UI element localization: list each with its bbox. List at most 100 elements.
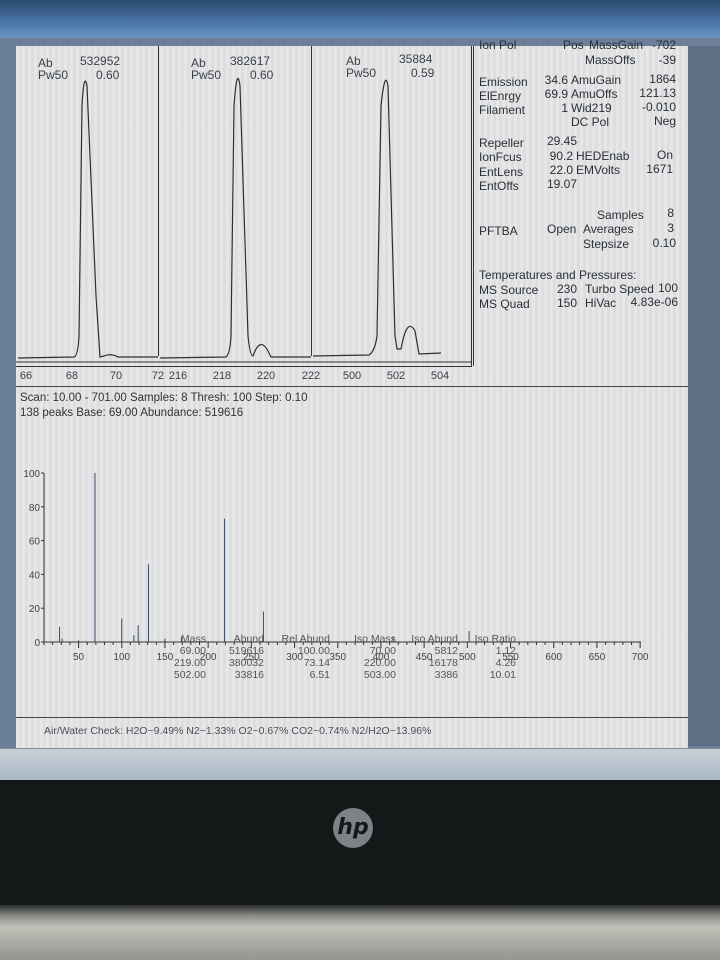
averages-value: 3: [667, 221, 674, 235]
col-iso-ratio: Iso Ratio 1.12 4.26 10.01: [460, 633, 516, 681]
peak-axis-tick: 500: [342, 370, 362, 382]
y-tick-label: 40: [29, 570, 41, 581]
header-rel-abund: Rel Abund: [281, 633, 330, 645]
ent-offs-label: EntOffs: [479, 179, 519, 193]
el-energy-value: 69.9: [544, 87, 568, 101]
header-abund: Abund: [233, 633, 264, 645]
cell: 3386: [434, 669, 458, 681]
ms-quad-value: 150: [557, 296, 578, 310]
ms-source-value: 230: [557, 282, 578, 296]
ent-lens-label: EntLens: [479, 165, 524, 179]
ent-lens-value: 22.0: [549, 163, 573, 177]
ms-quad-label: MS Quad: [479, 297, 530, 311]
screen: Ab 532952 Pw50 0.60 Ab 382617 Pw50 0.60 …: [0, 38, 720, 778]
peak-panel-219: Ab 382617 Pw50 0.60: [158, 46, 312, 359]
y-tick-label: 60: [29, 537, 41, 548]
header-mass: Mass: [180, 633, 206, 645]
cell: 5812: [434, 645, 458, 657]
peak-axis-tick: 66: [19, 370, 33, 382]
cell: 4.26: [495, 657, 516, 669]
wid219-value: -0.010: [641, 100, 676, 114]
y-tick-label: 20: [29, 604, 41, 615]
mass-offs-value: -39: [658, 53, 676, 67]
emission-label: Emission: [479, 75, 528, 89]
peak-trace-219: [159, 77, 311, 359]
ent-offs-value: 19.07: [547, 177, 578, 191]
cell: 73.14: [303, 657, 330, 669]
peak-axis-tick: 220: [256, 370, 276, 382]
cell: 100.00: [297, 645, 330, 657]
col-iso-mass: Iso Mass 70.00 220.00 503.00: [332, 633, 396, 681]
peak-trace-69: [17, 80, 158, 359]
peak-profile-axis: 66 68 70 72 216 218 220 222 500 502 504: [16, 361, 471, 386]
repeller-value: 29.45: [547, 134, 578, 148]
heden-ab-label: HEDEnab: [576, 149, 630, 163]
peak-axis-tick: 72: [151, 370, 165, 382]
screen-edge: [688, 46, 720, 746]
amu-offs-label: AmuOffs: [571, 87, 618, 101]
amu-gain-value: 1864: [649, 72, 676, 86]
mass-offs-label: MassOffs: [585, 53, 636, 67]
x-tick-label: 700: [632, 652, 649, 663]
peak-axis-tick: 502: [386, 370, 406, 382]
col-rel-abund: Rel Abund 100.00 73.14 6.51: [266, 633, 330, 681]
col-mass: Mass 69.00 219.00 502.00: [156, 633, 206, 681]
ms-source-label: MS Source: [479, 283, 539, 297]
filament-value: 1: [561, 101, 568, 115]
averages-label: Averages: [583, 222, 634, 236]
x-tick-label: 600: [545, 652, 562, 663]
cell: 69.00: [179, 645, 206, 657]
mass-gain-value: -702: [651, 38, 676, 52]
repeller-label: Repeller: [479, 136, 524, 150]
hivac-label: HiVac: [585, 296, 617, 310]
heden-ab-value: On: [656, 148, 673, 162]
peak-axis-tick: 70: [109, 370, 123, 382]
peak-trace-502: [312, 79, 442, 357]
cell: 219.00: [173, 657, 206, 669]
amu-offs-value: 121.13: [639, 86, 676, 100]
autotune-report: Ab 532952 Pw50 0.60 Ab 382617 Pw50 0.60 …: [16, 38, 689, 758]
peak-axis-tick: 504: [430, 370, 450, 382]
ion-pol-label: Ion Pol: [479, 38, 517, 52]
samples-value: 8: [667, 206, 674, 220]
peak-axis-ticks: [16, 361, 471, 363]
hivac-value: 4.83e-06: [630, 295, 678, 309]
wid219-label: Wid219: [571, 101, 612, 115]
tune-parameters: Ion Pol Pos MassGain -702 MassOffs -39 E…: [471, 38, 688, 366]
pftba-value: Open: [547, 222, 577, 236]
taskbar[interactable]: [0, 748, 720, 781]
stepsize-label: Stepsize: [583, 237, 630, 251]
cell: 10.01: [489, 669, 516, 681]
cell: 16178: [428, 657, 458, 669]
col-iso-abund: Iso Abund 5812 16178 3386: [398, 633, 458, 681]
peak-panel-502: Ab 35884 Pw50 0.59: [311, 46, 471, 357]
temps-title: Temperatures and Pressures:: [479, 268, 637, 282]
y-tick-label: 100: [23, 469, 40, 480]
cell: 6.51: [309, 669, 330, 681]
peak-axis-tick: 222: [301, 370, 321, 382]
cell: 70.00: [369, 645, 396, 657]
cell: 220.00: [363, 657, 396, 669]
peak-axis-tick: 218: [212, 370, 232, 382]
amu-gain-label: AmuGain: [571, 73, 622, 87]
cell: 380032: [228, 657, 264, 669]
el-energy-label: ElEnrgy: [479, 89, 522, 103]
cell: 503.00: [363, 669, 396, 681]
x-tick-label: 650: [589, 652, 606, 663]
cell: 1.12: [495, 645, 516, 657]
x-tick-label: 100: [113, 652, 130, 663]
hp-logo: hp: [333, 808, 373, 848]
dc-pol-label: DC Pol: [571, 115, 610, 129]
pftba-label: PFTBA: [479, 224, 518, 238]
filament-label: Filament: [479, 103, 526, 117]
x-tick-label: 50: [73, 652, 85, 663]
cell: 502.00: [173, 669, 206, 681]
em-volts-label: EMVolts: [576, 163, 621, 177]
air-water-check: Air/Water Check: H2O~9.49% N2~1.33% O2~0…: [44, 725, 432, 737]
turbo-speed-value: 100: [657, 281, 678, 295]
peak-axis-tick: 216: [168, 370, 188, 382]
samples-label: Samples: [597, 208, 644, 222]
peak-profiles: Ab 532952 Pw50 0.60 Ab 382617 Pw50 0.60 …: [16, 46, 472, 367]
turbo-speed-label: Turbo Speed: [585, 282, 654, 296]
header-iso-ratio: Iso Ratio: [474, 633, 516, 645]
